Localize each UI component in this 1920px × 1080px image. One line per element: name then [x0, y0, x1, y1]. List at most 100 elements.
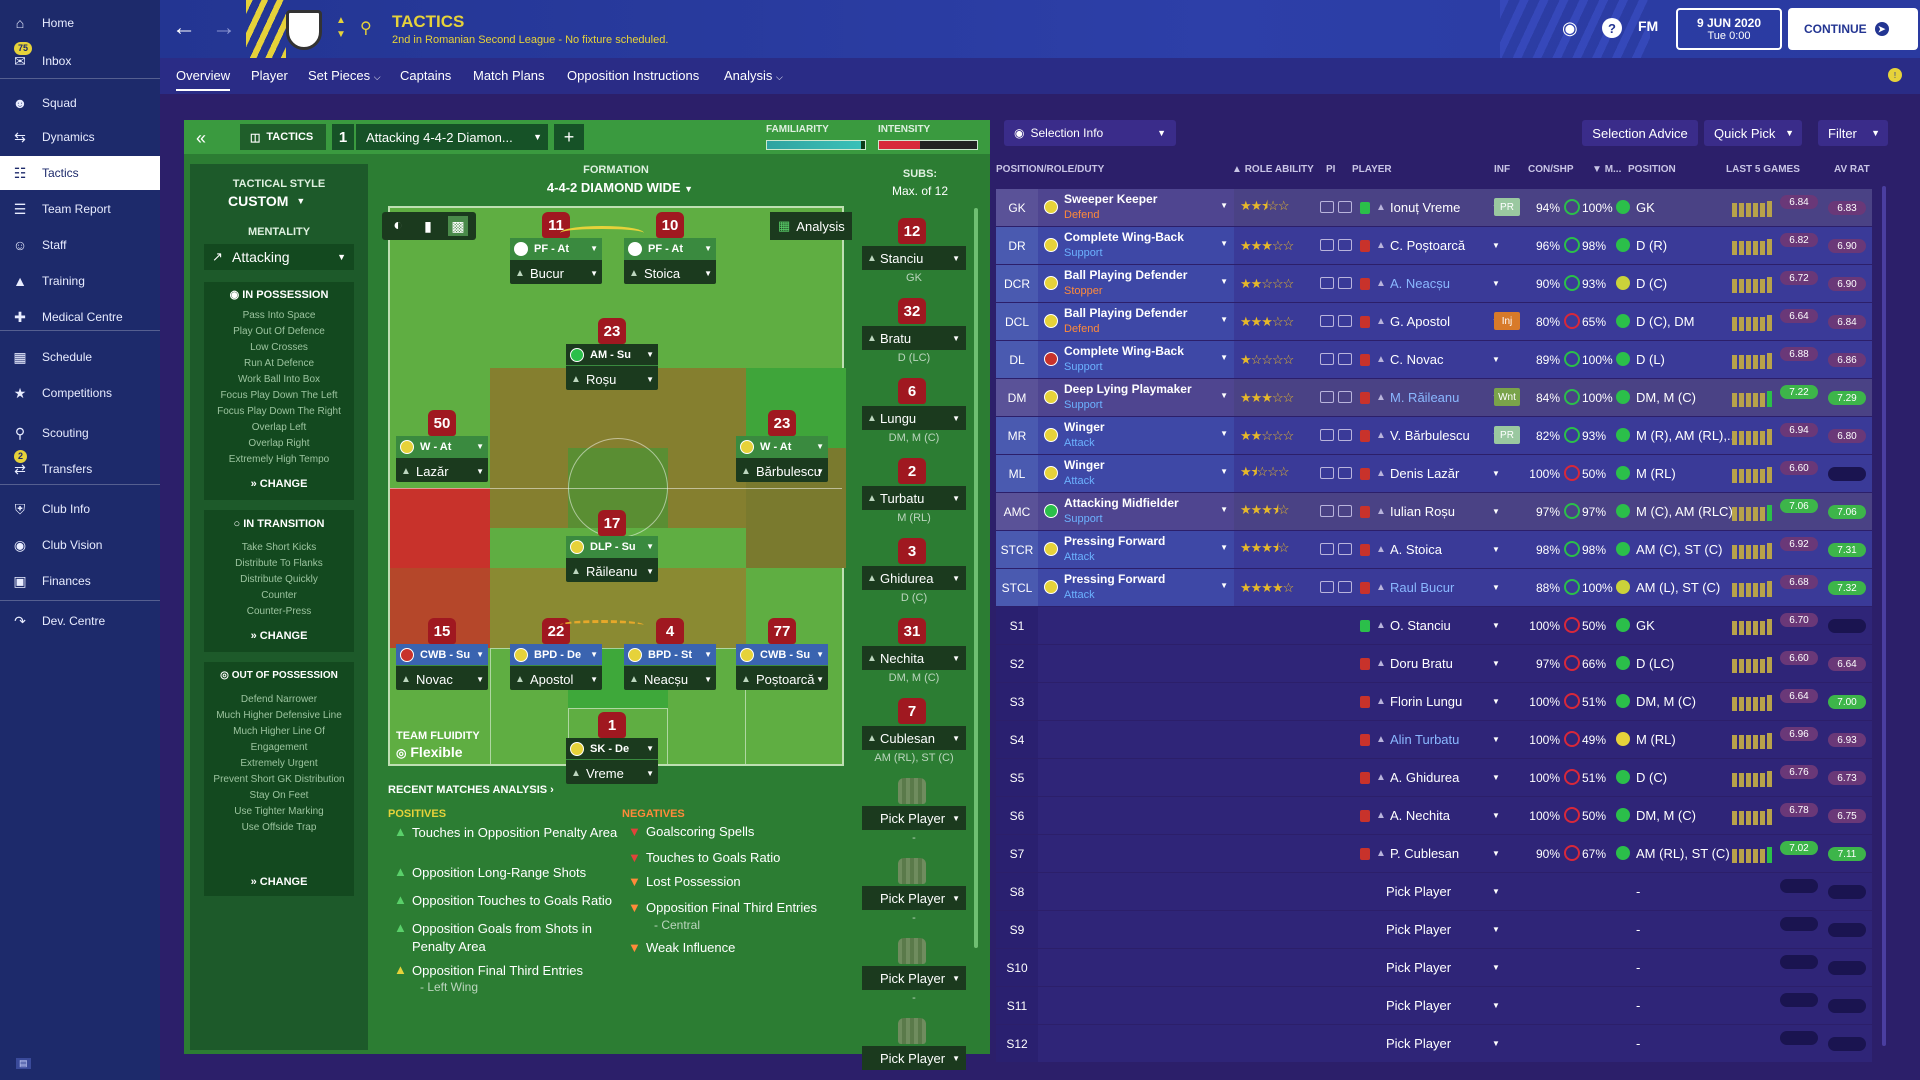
player-select[interactable]: Pick Player ▼ [1356, 949, 1504, 986]
player-name-select[interactable]: ▲ Vreme ▼ [566, 762, 658, 784]
squad-row[interactable]: S1 ▲ O. Stanciu ▼ 100% 50% GK 6.70 [996, 607, 1872, 644]
bar-chart-icon[interactable]: ▮ [418, 216, 438, 236]
player-instructions-icon[interactable] [1338, 467, 1352, 479]
add-tactic-button[interactable]: + [554, 124, 584, 150]
squad-row[interactable]: STCL Pressing Forward Attack ▼ ★★★★☆ ▲ Raul Bu… [996, 569, 1872, 606]
player-card[interactable]: SK - De ▼ ▲ Vreme ▼ [566, 738, 658, 784]
collapse-icon[interactable]: « [196, 128, 206, 149]
player-shirt[interactable]: 15 [428, 618, 456, 644]
sidebar-item-squad[interactable]: ☻ Squad [0, 86, 160, 120]
player-select[interactable]: ▲ Doru Bratu ▼ [1356, 645, 1504, 682]
role-select[interactable]: Ball Playing Defender Defend ▼ [1038, 303, 1234, 340]
player-instructions-icon[interactable] [1320, 581, 1334, 593]
sidebar-item-schedule[interactable]: ▦ Schedule [0, 340, 160, 374]
sub-shirt[interactable]: 6 [898, 378, 926, 404]
club-switch-icon[interactable]: ▲ ▼ [336, 14, 346, 42]
player-role[interactable]: DLP - Su ▼ [566, 536, 658, 558]
role-select[interactable]: Winger Attack ▼ [1038, 417, 1234, 454]
squad-row[interactable]: ML Winger Attack ▼ ★⯨☆☆☆ ▲ Denis Lazăr ▼ 100% 50%… [996, 455, 1872, 492]
player-instructions-icon[interactable] [1338, 581, 1352, 593]
sidebar-item-scouting[interactable]: ⚲ Scouting [0, 416, 160, 450]
role-select[interactable]: Winger Attack ▼ [1038, 455, 1234, 492]
tab-overview[interactable]: Overview [176, 68, 231, 91]
sub-shirt[interactable]: 7 [898, 698, 926, 724]
player-select[interactable]: ▲ Alin Turbatu ▼ [1356, 721, 1504, 758]
player-instructions-icon[interactable] [1338, 315, 1352, 327]
squad-row[interactable]: GK Sweeper Keeper Defend ▼ ★★⯨☆☆ ▲ Ionuț Vreme… [996, 189, 1872, 226]
role-select[interactable]: Pressing Forward Attack ▼ [1038, 531, 1234, 568]
player-card[interactable]: BPD - St ▼ ▲ Neacșu ▼ [624, 644, 716, 690]
player-instructions-icon[interactable] [1320, 201, 1334, 213]
player-select[interactable]: ▲ A. Ghidurea ▼ [1356, 759, 1504, 796]
sidebar-item-club-vision[interactable]: ◉ Club Vision [0, 528, 160, 562]
player-select[interactable]: ▲ Iulian Roșu ▼ [1356, 493, 1504, 530]
player-instructions-icon[interactable] [1338, 277, 1352, 289]
role-select[interactable]: Complete Wing-Back Support ▼ [1038, 227, 1234, 264]
sub-select[interactable]: Pick Player ▼ [862, 1046, 966, 1070]
col-m[interactable]: ▼ M... [1592, 164, 1621, 175]
out-possession-change-button[interactable]: » CHANGE [204, 876, 354, 888]
player-instructions-icon[interactable] [1338, 353, 1352, 365]
sidebar-item-staff[interactable]: ☺ Staff [0, 228, 160, 262]
sub-select[interactable]: ▲ Stanciu ▼ [862, 246, 966, 270]
player-select[interactable]: ▲ P. Cublesan ▼ [1356, 835, 1504, 872]
in-transition-change-button[interactable]: » CHANGE [204, 630, 354, 642]
quick-pick-button[interactable]: Quick Pick ▼ [1704, 120, 1802, 146]
player-instructions-icon[interactable] [1338, 429, 1352, 441]
forward-icon[interactable]: → [212, 14, 236, 42]
sidebar-item-training[interactable]: ▲ Training [0, 264, 160, 298]
player-instructions-icon[interactable] [1320, 467, 1334, 479]
player-name-select[interactable]: ▲ Poștoarcă ▼ [736, 668, 828, 690]
player-name-select[interactable]: ▲ Stoica ▼ [624, 262, 716, 284]
player-instructions-icon[interactable] [1320, 239, 1334, 251]
player-instructions-icon[interactable] [1338, 391, 1352, 403]
squad-row[interactable]: MRWinger Attack ▼ ★★☆☆☆ ▲ V. Bărbulescu ▼ PR 82%… [996, 417, 1872, 454]
player-card[interactable]: CWB - Su ▼ ▲ Poștoarcă ▼ [736, 644, 828, 690]
squad-row[interactable]: S11 Pick Player ▼ - [996, 987, 1872, 1024]
tab-analysis[interactable]: Analysis ⌵ [724, 68, 783, 83]
sidebar-item-finances[interactable]: ▣ Finances [0, 564, 160, 598]
squad-row[interactable]: AMC Attacking Midfielder Support ▼ ★★★⯨☆ ▲ Iul… [996, 493, 1872, 530]
player-instructions-icon[interactable] [1320, 353, 1334, 365]
notification-icon[interactable]: ! [1888, 68, 1902, 82]
player-shirt[interactable]: 10 [656, 212, 684, 238]
player-select[interactable]: Pick Player ▼ [1356, 987, 1504, 1024]
selection-info-select[interactable]: ◉ Selection Info ▼ [1004, 120, 1176, 146]
player-instructions-icon[interactable] [1338, 201, 1352, 213]
player-card[interactable]: CWB - Su ▼ ▲ Novac ▼ [396, 644, 488, 690]
squad-row[interactable]: DCL Ball Playing Defender Defend ▼ ★★★☆☆ ▲ G. … [996, 303, 1872, 340]
sub-select[interactable]: ▲ Lungu ▼ [862, 406, 966, 430]
player-role[interactable]: W - At ▼ [396, 436, 488, 458]
role-select[interactable]: Complete Wing-Back Support ▼ [1038, 341, 1234, 378]
player-shirt[interactable]: 77 [768, 618, 796, 644]
tactic-name-select[interactable]: Attacking 4-4-2 Diamon... ▼ [356, 124, 548, 150]
player-instructions-icon[interactable] [1320, 391, 1334, 403]
player-role[interactable]: PF - At ▼ [510, 238, 602, 260]
player-shirt[interactable]: 23 [768, 410, 796, 436]
back-icon[interactable]: ← [172, 14, 196, 42]
col-pos[interactable]: POSITION [1628, 164, 1676, 175]
player-select[interactable]: ▲M. Răileanu▼ [1356, 379, 1504, 416]
sub-select[interactable]: ▲ Nechita ▼ [862, 646, 966, 670]
sub-select[interactable]: Pick Player ▼ [862, 806, 966, 830]
player-card[interactable]: PF - At ▼ ▲ Stoica ▼ [624, 238, 716, 284]
continue-button[interactable]: CONTINUE ➤ [1788, 8, 1918, 50]
sub-shirt[interactable]: 12 [898, 218, 926, 244]
sub-select[interactable]: Pick Player ▼ [862, 886, 966, 910]
player-card[interactable]: PF - At ▼ ▲ Bucur ▼ [510, 238, 602, 284]
player-role[interactable]: BPD - St ▼ [624, 644, 716, 666]
sidebar-item-dynamics[interactable]: ⇆ Dynamics [0, 120, 160, 154]
player-select[interactable]: ▲ Florin Lungu ▼ [1356, 683, 1504, 720]
player-role[interactable]: PF - At ▼ [624, 238, 716, 260]
tab-captains[interactable]: Captains [400, 68, 451, 83]
player-name-select[interactable]: ▲ Neacșu ▼ [624, 668, 716, 690]
player-select[interactable]: ▲G. Apostol▼ [1356, 303, 1504, 340]
tactical-style-select[interactable]: CUSTOM ▼ [228, 192, 338, 210]
col-avrat[interactable]: AV RAT [1834, 164, 1870, 175]
player-name-select[interactable]: ▲ Bărbulescu ▼ [736, 460, 828, 482]
sub-select[interactable]: ▲ Ghidurea ▼ [862, 566, 966, 590]
help-icon[interactable]: ? [1602, 18, 1622, 38]
player-instructions-icon[interactable] [1320, 505, 1334, 517]
tactics-tab[interactable]: ◫ TACTICS [240, 124, 326, 150]
player-select[interactable]: ▲ A. Stoica ▼ [1356, 531, 1504, 568]
